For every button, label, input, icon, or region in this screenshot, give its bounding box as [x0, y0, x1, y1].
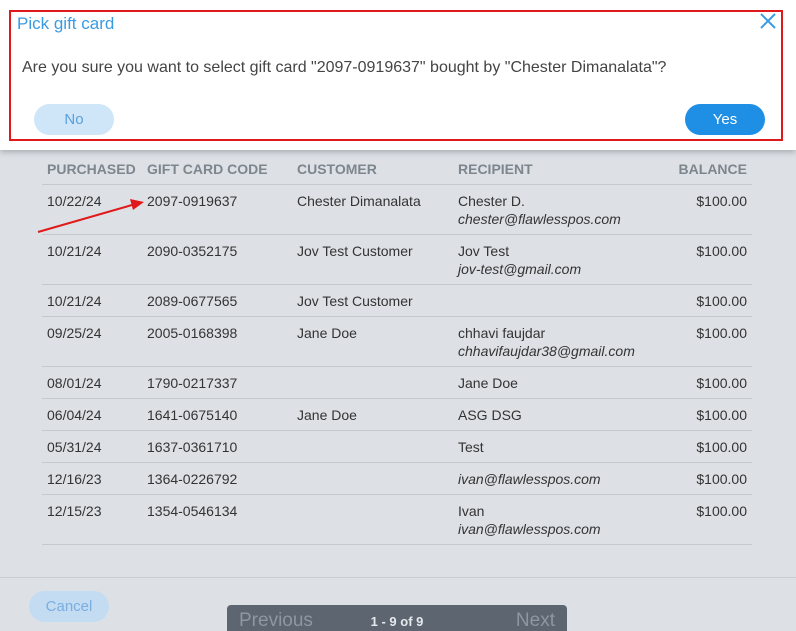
cell-recipient [453, 284, 664, 317]
table-row[interactable]: 12/16/23 1364-0226792 ivan@flawlesspos.com… [42, 462, 752, 495]
next-button[interactable]: Next [516, 610, 555, 631]
table-row[interactable]: 12/15/23 1354-0546134 Ivan ivan@flawlesspos… [42, 494, 752, 545]
cell-gift-card-code: 1354-0546134 [142, 494, 292, 545]
gift-card-table-container: PURCHASED GIFT CARD CODE CUSTOMER RECIPI… [42, 153, 752, 545]
header-purchased: PURCHASED [42, 153, 142, 185]
cell-purchased: 12/15/23 [42, 494, 142, 545]
cell-balance: $100.00 [663, 494, 752, 545]
recipient-email: chhavifaujdar38@gmail.com [458, 343, 635, 359]
confirm-dialog: Pick gift card Are you sure you want to … [0, 0, 796, 150]
recipient-name: Chester D. [458, 193, 525, 209]
cell-customer: Jane Doe [292, 398, 453, 431]
cell-customer [292, 430, 453, 463]
cell-balance: $100.00 [663, 366, 752, 399]
cell-customer [292, 462, 453, 495]
cell-customer [292, 494, 453, 545]
cell-gift-card-code: 1641-0675140 [142, 398, 292, 431]
recipient-name: chhavi faujdar [458, 325, 546, 341]
cell-recipient: chhavi faujdar chhavifaujdar38@gmail.com [453, 316, 664, 367]
cell-gift-card-code: 1790-0217337 [142, 366, 292, 399]
cell-recipient: ivan@flawlesspos.com [453, 462, 664, 495]
cell-gift-card-code: 2097-0919637 [142, 184, 292, 235]
cell-balance: $100.00 [663, 398, 752, 431]
table-row[interactable]: 06/04/24 1641-0675140 Jane Doe ASG DSG $100.… [42, 398, 752, 431]
recipient-name: Ivan [458, 503, 485, 519]
cell-customer: Jov Test Customer [292, 234, 453, 285]
no-button[interactable]: No [34, 104, 114, 135]
cell-recipient: Test [453, 430, 664, 463]
recipient-name: Test [458, 439, 484, 455]
cell-purchased: 08/01/24 [42, 366, 142, 399]
close-icon[interactable] [759, 12, 777, 30]
table-row[interactable]: 09/25/24 2005-0168398 Jane Doe chhavi faujd… [42, 316, 752, 367]
cell-recipient: Ivan ivan@flawlesspos.com [453, 494, 664, 545]
header-customer: CUSTOMER [292, 153, 453, 185]
cell-purchased: 05/31/24 [42, 430, 142, 463]
cell-recipient: ASG DSG [453, 398, 664, 431]
cancel-button[interactable]: Cancel [29, 591, 109, 622]
cell-gift-card-code: 2089-0677565 [142, 284, 292, 317]
recipient-name: Jane Doe [458, 375, 518, 391]
header-gift-card-code: GIFT CARD CODE [142, 153, 292, 185]
cell-balance: $100.00 [663, 284, 752, 317]
table-row[interactable]: 10/21/24 2090-0352175 Jov Test Customer Jov… [42, 234, 752, 285]
cell-gift-card-code: 1364-0226792 [142, 462, 292, 495]
recipient-name: ASG DSG [458, 407, 522, 423]
recipient-email: chester@flawlesspos.com [458, 211, 621, 227]
cell-purchased: 10/21/24 [42, 284, 142, 317]
recipient-email: jov-test@gmail.com [458, 261, 582, 277]
dialog-title: Pick gift card [17, 14, 115, 33]
cell-gift-card-code: 2090-0352175 [142, 234, 292, 285]
header-balance: BALANCE [663, 153, 752, 185]
dialog-message: Are you sure you want to select gift car… [22, 59, 667, 76]
cell-balance: $100.00 [663, 234, 752, 285]
gift-card-table: PURCHASED GIFT CARD CODE CUSTOMER RECIPI… [42, 153, 752, 545]
cell-purchased: 09/25/24 [42, 316, 142, 367]
table-row[interactable]: 05/31/24 1637-0361710 Test $100.00 [42, 430, 752, 463]
cell-purchased: 10/22/24 [42, 184, 142, 235]
cell-purchased: 06/04/24 [42, 398, 142, 431]
cell-customer: Chester Dimanalata [292, 184, 453, 235]
header-recipient: RECIPIENT [453, 153, 664, 185]
cell-gift-card-code: 1637-0361710 [142, 430, 292, 463]
cell-recipient: Jane Doe [453, 366, 664, 399]
recipient-email: ivan@flawlesspos.com [458, 471, 601, 487]
table-row[interactable]: 08/01/24 1790-0217337 Jane Doe $100.00 [42, 366, 752, 399]
yes-button[interactable]: Yes [685, 104, 765, 135]
cell-customer: Jov Test Customer [292, 284, 453, 317]
cell-balance: $100.00 [663, 430, 752, 463]
cell-balance: $100.00 [663, 462, 752, 495]
cell-customer [292, 366, 453, 399]
table-header-row: PURCHASED GIFT CARD CODE CUSTOMER RECIPI… [42, 153, 752, 185]
recipient-email: ivan@flawlesspos.com [458, 521, 601, 537]
cell-gift-card-code: 2005-0168398 [142, 316, 292, 367]
recipient-name: Jov Test [458, 243, 510, 259]
cell-purchased: 12/16/23 [42, 462, 142, 495]
cell-balance: $100.00 [663, 316, 752, 367]
cell-purchased: 10/21/24 [42, 234, 142, 285]
cell-balance: $100.00 [663, 184, 752, 235]
cell-customer: Jane Doe [292, 316, 453, 367]
cell-recipient: Chester D. chester@flawlesspos.com [453, 184, 664, 235]
table-row[interactable]: 10/22/24 2097-0919637 Chester Dimanalata Ch… [42, 184, 752, 235]
pagination: Previous 1 - 9 of 9 Next [227, 605, 567, 631]
cell-recipient: Jov Test jov-test@gmail.com [453, 234, 664, 285]
table-row[interactable]: 10/21/24 2089-0677565 Jov Test Customer $10… [42, 284, 752, 317]
